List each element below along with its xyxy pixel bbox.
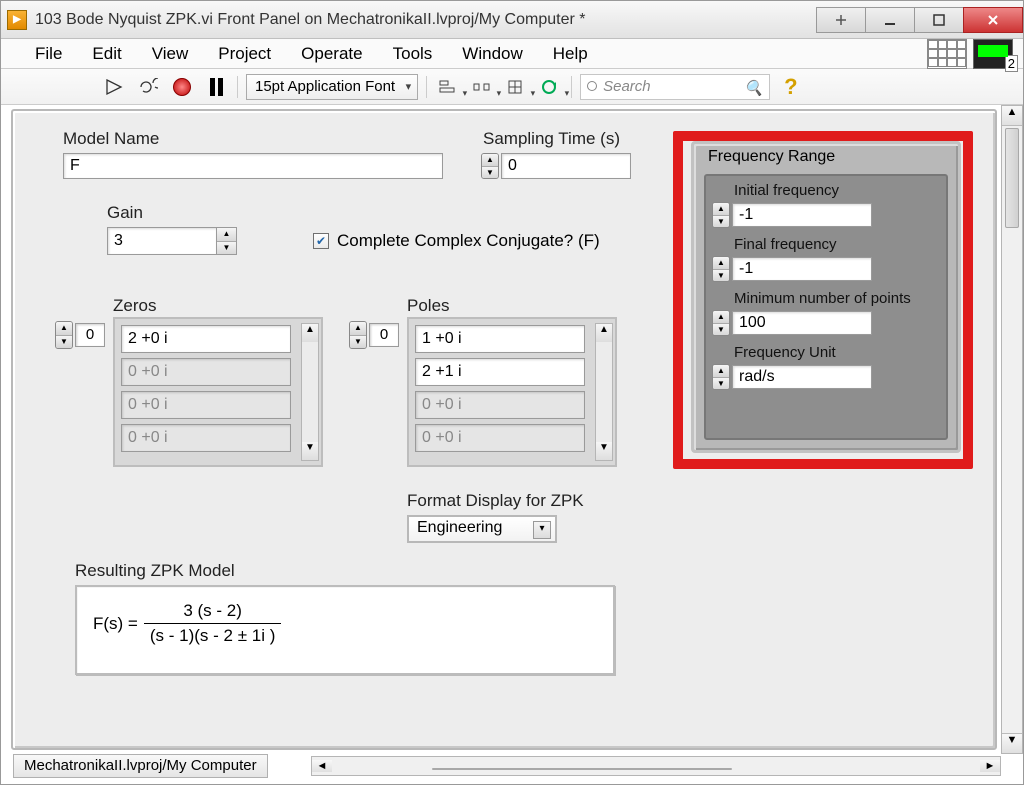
resulting-model-box: F(s) = 3 (s - 2) (s - 1)(s - 2 ± 1i ) [75,585,615,675]
maximize-button[interactable] [914,7,964,33]
poles-index-value[interactable]: 0 [369,323,399,347]
gain-label: Gain [107,203,143,223]
zeros-row-1[interactable] [121,358,291,386]
navigation-grid-icon[interactable] [927,39,967,69]
model-name-input[interactable] [63,153,443,179]
menu-view[interactable]: View [138,40,203,68]
scroll-down-icon[interactable]: ▼ [1002,733,1022,753]
menubar: File Edit View Project Operate Tools Win… [1,39,1023,69]
app-window: ▶ 103 Bode Nyquist ZPK.vi Front Panel on… [0,0,1024,785]
run-continuously-button[interactable] [135,74,161,100]
menu-edit[interactable]: Edit [78,40,135,68]
frequency-unit-control[interactable]: ▲▼ [712,364,872,390]
frequency-unit-label: Frequency Unit [734,344,836,361]
zeros-row-3[interactable] [121,424,291,452]
search-input[interactable]: Search 🔍 [580,74,770,100]
status-bar-tab[interactable]: MechatronikaII.lvproj/My Computer [13,754,268,778]
horizontal-scrollbar[interactable]: ◄ ► [311,756,1001,776]
zeros-index-value[interactable]: 0 [75,323,105,347]
frequency-range-cluster: Frequency Range Initial frequency ▲▼ Fin… [691,141,961,453]
scroll-up-icon[interactable]: ▲ [1002,106,1022,126]
initial-frequency-input[interactable] [732,203,872,227]
resulting-model-label: Resulting ZPK Model [75,561,235,581]
minimize-button[interactable] [865,7,915,33]
labview-app-icon: ▶ [7,10,27,30]
final-frequency-input[interactable] [732,257,872,281]
min-points-input[interactable] [732,311,872,335]
initial-frequency-label: Initial frequency [734,182,839,199]
poles-row-3[interactable] [415,424,585,452]
menu-project[interactable]: Project [204,40,285,68]
align-objects-icon[interactable] [435,75,461,99]
distribute-objects-icon[interactable] [469,75,495,99]
zeros-label: Zeros [113,296,156,316]
vertical-scrollbar[interactable]: ▲ ▼ [1001,105,1023,754]
final-frequency-label: Final frequency [734,236,837,253]
zeros-index-control[interactable]: ▲▼ 0 [55,321,105,349]
search-target-icon [587,81,597,91]
gain-control[interactable]: ▲▼ [107,227,237,255]
frequency-unit-input[interactable] [732,365,872,389]
min-points-control[interactable]: ▲▼ [712,310,872,336]
front-panel: Model Name Sampling Time (s) ▲▼ Gain ▲▼ … [11,109,997,750]
final-frequency-spinner-icon[interactable]: ▲▼ [712,256,730,282]
run-button[interactable] [101,74,127,100]
menu-tools[interactable]: Tools [379,40,447,68]
poles-index-control[interactable]: ▲▼ 0 [349,321,399,349]
font-selector[interactable]: 15pt Application Font [246,74,418,100]
menu-file[interactable]: File [21,40,76,68]
reorder-icon[interactable] [537,75,563,99]
format-display-dropdown[interactable]: Engineering [407,515,557,543]
titlebar: ▶ 103 Bode Nyquist ZPK.vi Front Panel on… [1,1,1023,39]
vertical-scroll-thumb[interactable] [1005,128,1019,228]
sampling-time-control[interactable]: ▲▼ [481,153,631,179]
min-points-label: Minimum number of points [734,290,911,307]
resulting-formula: F(s) = 3 (s - 2) (s - 1)(s - 2 ± 1i ) [77,587,613,660]
checkbox-icon: ✔ [313,233,329,249]
scroll-right-icon[interactable]: ► [980,760,1000,772]
vi-icon[interactable]: 2 [973,39,1013,69]
initial-frequency-spinner-icon[interactable]: ▲▼ [712,202,730,228]
menu-window[interactable]: Window [448,40,536,68]
model-name-label: Model Name [63,129,159,149]
sampling-time-input[interactable] [501,153,631,179]
context-help-icon[interactable]: ? [784,74,797,100]
zeros-index-spinner-icon[interactable]: ▲▼ [55,321,73,349]
window-title: 103 Bode Nyquist ZPK.vi Front Panel on M… [35,11,585,29]
poles-scrollbar[interactable]: ▲▼ [595,323,613,461]
poles-row-0[interactable] [415,325,585,353]
resize-objects-icon[interactable] [503,75,529,99]
poles-array: ▲▼ [407,317,617,467]
horizontal-scroll-thumb[interactable] [432,768,732,770]
complete-conjugate-checkbox[interactable]: ✔ Complete Complex Conjugate? (F) [313,231,600,251]
initial-frequency-control[interactable]: ▲▼ [712,202,872,228]
poles-index-spinner-icon[interactable]: ▲▼ [349,321,367,349]
resize-icon[interactable] [816,7,866,33]
menu-help[interactable]: Help [539,40,602,68]
menu-operate[interactable]: Operate [287,40,376,68]
zeros-row-0[interactable] [121,325,291,353]
gain-input[interactable] [107,227,217,255]
frequency-unit-spinner-icon[interactable]: ▲▼ [712,364,730,390]
poles-row-2[interactable] [415,391,585,419]
close-button[interactable] [963,7,1023,33]
sampling-time-spinner-icon[interactable]: ▲▼ [481,153,499,179]
final-frequency-control[interactable]: ▲▼ [712,256,872,282]
search-icon: 🔍 [744,79,763,97]
toolbar: 15pt Application Font Search 🔍 ? [1,69,1023,105]
sampling-time-label: Sampling Time (s) [483,129,620,149]
poles-row-1[interactable] [415,358,585,386]
scroll-left-icon[interactable]: ◄ [312,760,332,772]
pause-button[interactable] [203,74,229,100]
zeros-row-2[interactable] [121,391,291,419]
min-points-spinner-icon[interactable]: ▲▼ [712,310,730,336]
zeros-scrollbar[interactable]: ▲▼ [301,323,319,461]
abort-button[interactable] [169,74,195,100]
format-display-label: Format Display for ZPK [407,491,584,511]
poles-label: Poles [407,296,450,316]
frequency-range-title: Frequency Range [708,148,835,166]
zeros-array: ▲▼ [113,317,323,467]
gain-spinner-icon[interactable]: ▲▼ [217,227,237,255]
